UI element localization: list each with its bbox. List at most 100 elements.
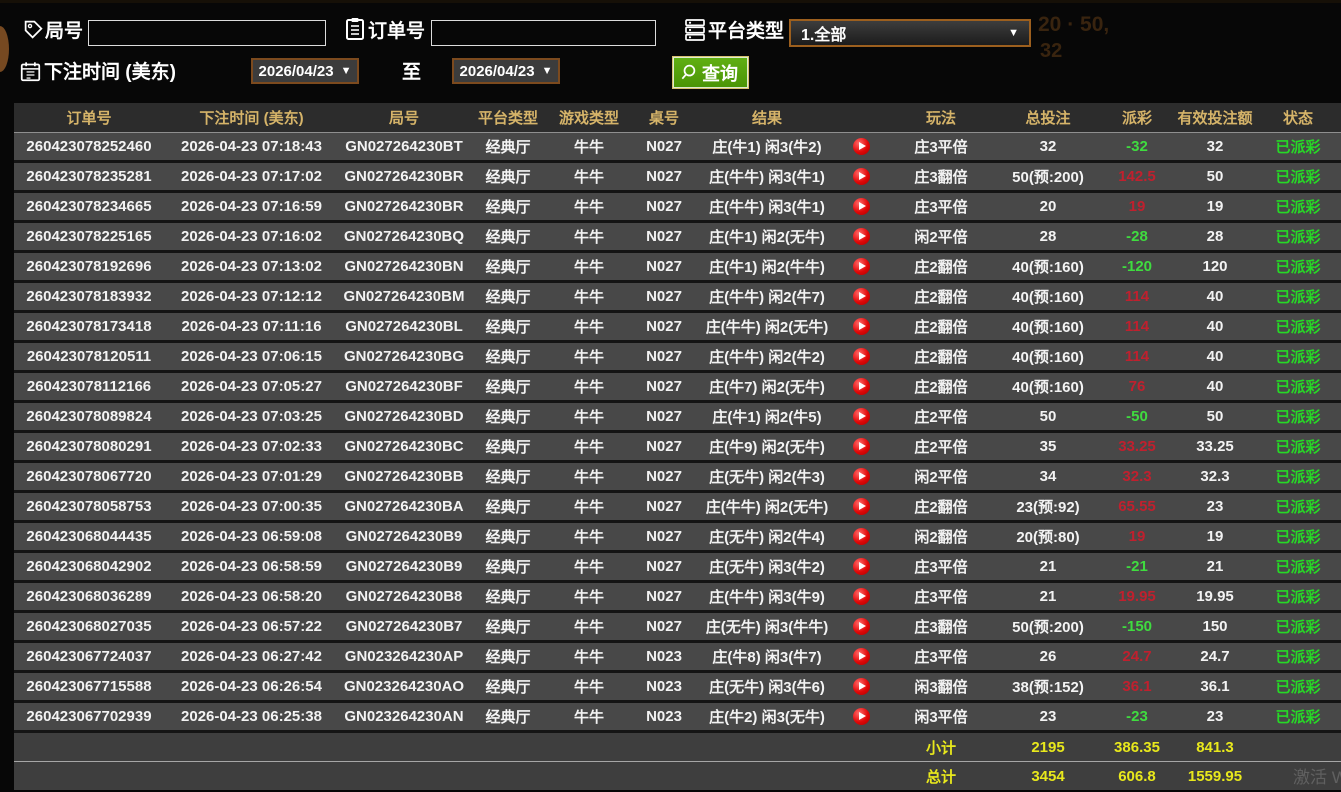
cell-order-no: 260423078252460 [14, 133, 164, 162]
cell-payout: 114 [1099, 342, 1175, 372]
cell-round-no: GN027264230BR [339, 192, 469, 222]
cell-bet-time: 2026-04-23 07:12:12 [164, 282, 339, 312]
order-no-input[interactable] [431, 20, 656, 46]
subtotal-total-bet: 2195 [997, 732, 1099, 762]
play-result-icon[interactable] [853, 588, 870, 605]
play-result-icon[interactable] [853, 528, 870, 545]
play-result-icon[interactable] [853, 708, 870, 725]
date-to-value: 2026/04/23 [460, 63, 535, 80]
table-footer: 小计2195386.35841.3总计3454606.81559.95 [14, 732, 1341, 791]
cell-play-type: 庄3翻倍 [885, 162, 997, 192]
platform-type-select[interactable]: 1.全部 ▼ [789, 19, 1031, 47]
cell-play [837, 492, 885, 522]
cell-table-no: N027 [631, 552, 697, 582]
cell-play [837, 582, 885, 612]
cell-play-type: 闲3翻倍 [885, 672, 997, 702]
cell-play [837, 642, 885, 672]
cell-round-no: GN027264230BT [339, 133, 469, 162]
cell-round-no: GN023264230AN [339, 702, 469, 732]
cell-payout: 36.1 [1099, 672, 1175, 702]
cell-result: 庄(牛牛) 闲2(无牛) [697, 312, 837, 342]
play-result-icon[interactable] [853, 468, 870, 485]
play-result-icon[interactable] [853, 168, 870, 185]
cell-result: 庄(无牛) 闲2(牛4) [697, 522, 837, 552]
cell-result: 庄(牛牛) 闲3(牛9) [697, 582, 837, 612]
cell-platform: 经典厅 [469, 552, 547, 582]
cell-bet-time: 2026-04-23 07:16:59 [164, 192, 339, 222]
cell-play-type: 闲2平倍 [885, 462, 997, 492]
cell-platform: 经典厅 [469, 342, 547, 372]
play-result-icon[interactable] [853, 138, 870, 155]
cell-valid-bet: 40 [1175, 342, 1255, 372]
play-result-icon[interactable] [853, 348, 870, 365]
cell-status: 已派彩 [1255, 702, 1341, 732]
cell-payout: 142.5 [1099, 162, 1175, 192]
play-result-icon[interactable] [853, 288, 870, 305]
date-to-picker[interactable]: 2026/04/23 ▼ [452, 58, 560, 84]
play-result-icon[interactable] [853, 318, 870, 335]
cell-round-no: GN027264230BC [339, 432, 469, 462]
cell-result: 庄(无牛) 闲3(牛牛) [697, 612, 837, 642]
cell-total-bet: 26 [997, 642, 1099, 672]
subtotal-valid-bet: 841.3 [1175, 732, 1255, 762]
cell-table-no: N027 [631, 282, 697, 312]
cell-order-no: 260423078067720 [14, 462, 164, 492]
cell-order-no: 260423078080291 [14, 432, 164, 462]
cell-play-type: 庄2翻倍 [885, 252, 997, 282]
play-result-icon[interactable] [853, 498, 870, 515]
query-button[interactable]: 查询 [672, 56, 749, 89]
cell-game-type: 牛牛 [547, 372, 631, 402]
cell-status: 已派彩 [1255, 672, 1341, 702]
cell-payout: -21 [1099, 552, 1175, 582]
cell-play [837, 282, 885, 312]
cell-payout: 24.7 [1099, 642, 1175, 672]
cell-bet-time: 2026-04-23 07:03:25 [164, 402, 339, 432]
cell-play [837, 133, 885, 162]
cell-platform: 经典厅 [469, 492, 547, 522]
play-result-icon[interactable] [853, 228, 870, 245]
cell-valid-bet: 23 [1175, 702, 1255, 732]
cell-result: 庄(牛牛) 闲3(牛1) [697, 192, 837, 222]
play-result-icon[interactable] [853, 198, 870, 215]
cell-game-type: 牛牛 [547, 192, 631, 222]
cell-bet-time: 2026-04-23 06:58:20 [164, 582, 339, 612]
cell-platform: 经典厅 [469, 162, 547, 192]
cell-valid-bet: 40 [1175, 282, 1255, 312]
cell-game-type: 牛牛 [547, 672, 631, 702]
cell-platform: 经典厅 [469, 252, 547, 282]
play-result-icon[interactable] [853, 678, 870, 695]
date-from-picker[interactable]: 2026/04/23 ▼ [251, 58, 359, 84]
cell-order-no: 260423078089824 [14, 402, 164, 432]
cell-play [837, 252, 885, 282]
cell-play [837, 552, 885, 582]
cell-bet-time: 2026-04-23 06:27:42 [164, 642, 339, 672]
play-result-icon[interactable] [853, 618, 870, 635]
column-header-7 [837, 103, 885, 133]
cell-round-no: GN027264230BA [339, 492, 469, 522]
table-row: 2604230680429022026-04-23 06:58:59GN0272… [14, 552, 1341, 582]
cell-order-no: 260423068036289 [14, 582, 164, 612]
cell-platform: 经典厅 [469, 222, 547, 252]
cell-platform: 经典厅 [469, 672, 547, 702]
play-result-icon[interactable] [853, 408, 870, 425]
table-row: 2604230782346652026-04-23 07:16:59GN0272… [14, 192, 1341, 222]
cell-play [837, 372, 885, 402]
cell-total-bet: 20(预:80) [997, 522, 1099, 552]
play-result-icon[interactable] [853, 258, 870, 275]
cell-result: 庄(牛牛) 闲2(牛7) [697, 282, 837, 312]
play-result-icon[interactable] [853, 558, 870, 575]
play-result-icon[interactable] [853, 378, 870, 395]
cell-round-no: GN027264230B9 [339, 522, 469, 552]
cell-result: 庄(牛1) 闲2(牛5) [697, 402, 837, 432]
cell-game-type: 牛牛 [547, 162, 631, 192]
table-row: 2604230680444352026-04-23 06:59:08GN0272… [14, 522, 1341, 552]
cell-payout: -150 [1099, 612, 1175, 642]
play-result-icon[interactable] [853, 438, 870, 455]
round-no-input[interactable] [88, 20, 326, 46]
cell-table-no: N027 [631, 162, 697, 192]
play-result-icon[interactable] [853, 648, 870, 665]
cell-table-no: N023 [631, 672, 697, 702]
table-body: 2604230782524602026-04-23 07:18:43GN0272… [14, 133, 1341, 732]
cell-game-type: 牛牛 [547, 402, 631, 432]
cell-total-bet: 32 [997, 133, 1099, 162]
